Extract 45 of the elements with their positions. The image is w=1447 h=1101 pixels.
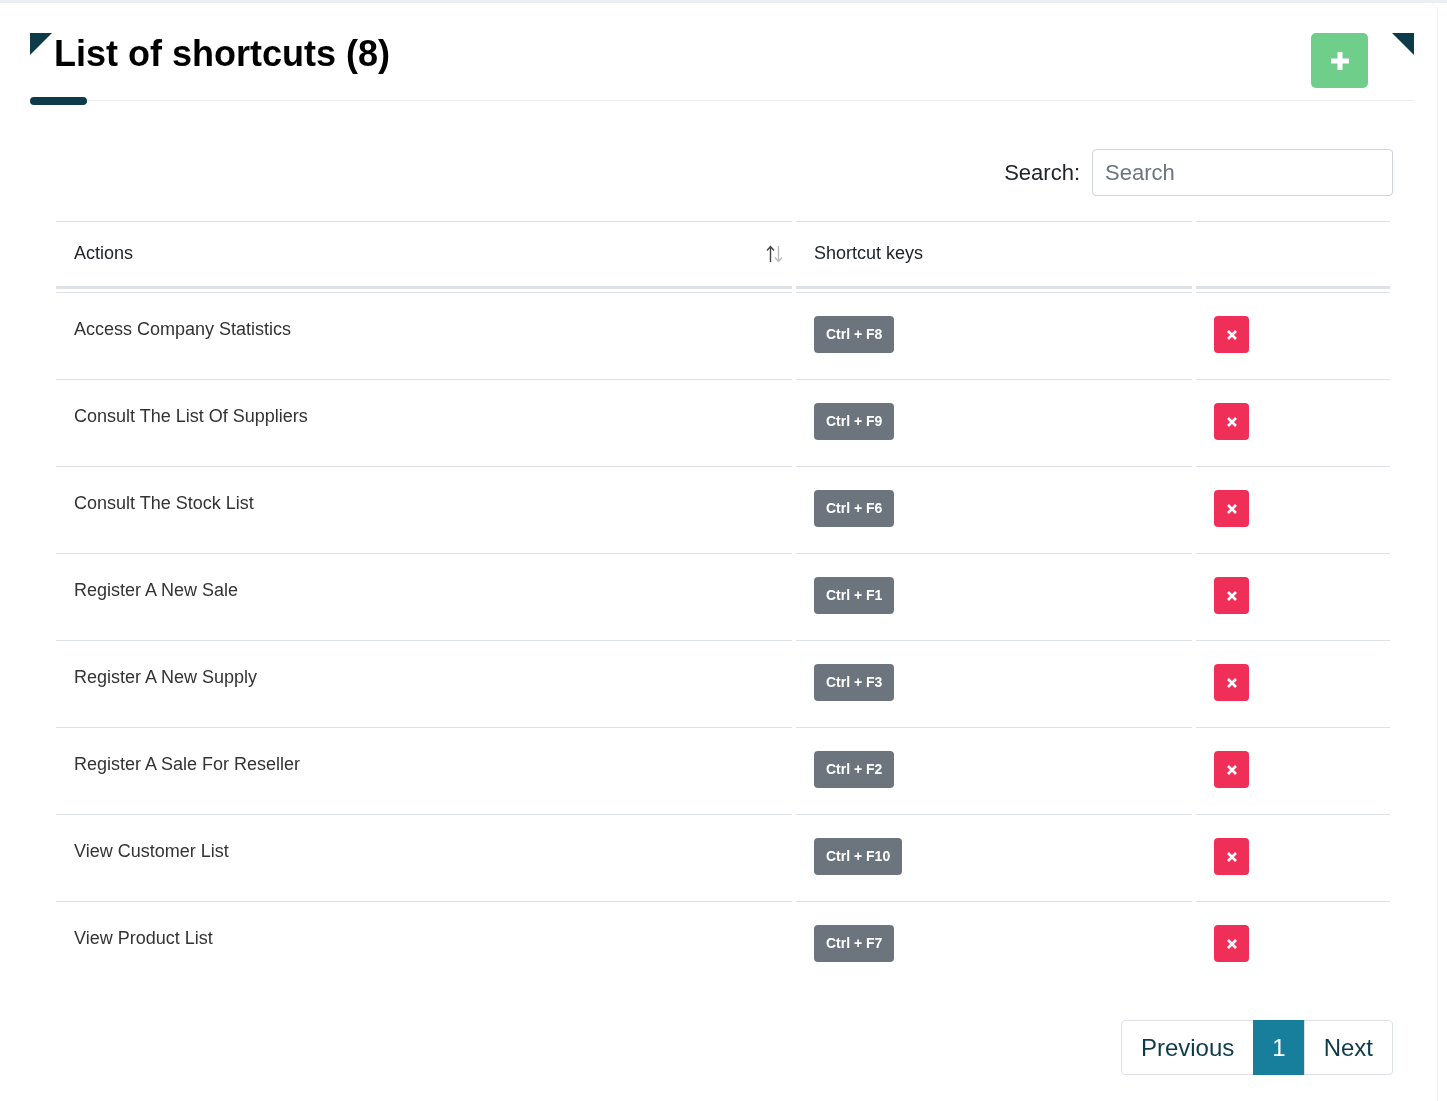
close-icon <box>1226 416 1237 427</box>
table-cell: View Customer List <box>56 814 792 898</box>
close-icon <box>1226 764 1237 775</box>
next-page-button[interactable]: Next <box>1303 1020 1393 1075</box>
accent-bar <box>30 97 87 105</box>
close-icon <box>1226 851 1237 862</box>
close-icon <box>1226 938 1237 949</box>
search-label: Search: <box>1004 159 1080 186</box>
table-cell: Register A New Supply <box>56 640 792 724</box>
table-cell: Consult The List Of Suppliers <box>56 379 792 463</box>
shortcut-badge: Ctrl + F10 <box>814 838 903 875</box>
sort-icon[interactable] <box>766 244 783 263</box>
table-cell: Consult The Stock List <box>56 466 792 550</box>
corner-triangle-icon <box>30 33 52 55</box>
table-cell: View Product List <box>56 901 792 985</box>
search-field[interactable]: Search <box>1092 149 1393 196</box>
close-icon <box>1226 329 1237 340</box>
plus-icon <box>1330 51 1349 70</box>
close-icon <box>1226 503 1237 514</box>
close-icon <box>1226 590 1237 601</box>
shortcut-badge: Ctrl + F1 <box>814 577 895 614</box>
shortcut-badge: Ctrl + F3 <box>814 664 895 701</box>
table-cell: Register A Sale For Reseller <box>56 727 792 811</box>
delete-button[interactable] <box>1214 664 1249 701</box>
shortcut-badge: Ctrl + F9 <box>814 403 895 440</box>
delete-button[interactable] <box>1214 838 1249 875</box>
shortcut-badge: Ctrl + F6 <box>814 490 895 527</box>
delete-button[interactable] <box>1214 316 1249 353</box>
table-cell: Access Company Statistics <box>56 292 792 376</box>
page-title: List of shortcuts (8) <box>54 33 390 75</box>
corner-triangle-icon <box>1392 33 1414 55</box>
table-cell: Register A New Sale <box>56 553 792 637</box>
delete-button[interactable] <box>1214 925 1249 962</box>
delete-button[interactable] <box>1214 490 1249 527</box>
shortcut-badge: Ctrl + F2 <box>814 751 895 788</box>
shortcut-badge: Ctrl + F8 <box>814 316 895 353</box>
page-button[interactable]: 1 <box>1253 1020 1305 1075</box>
shortcut-badge: Ctrl + F7 <box>814 925 895 962</box>
delete-button[interactable] <box>1214 403 1249 440</box>
delete-button[interactable] <box>1214 751 1249 788</box>
column-header: Shortcut keys <box>814 242 924 265</box>
delete-button[interactable] <box>1214 577 1249 614</box>
previous-page-button[interactable]: Previous <box>1120 1020 1255 1075</box>
close-icon <box>1226 677 1237 688</box>
column-header[interactable]: Actions <box>74 240 134 267</box>
